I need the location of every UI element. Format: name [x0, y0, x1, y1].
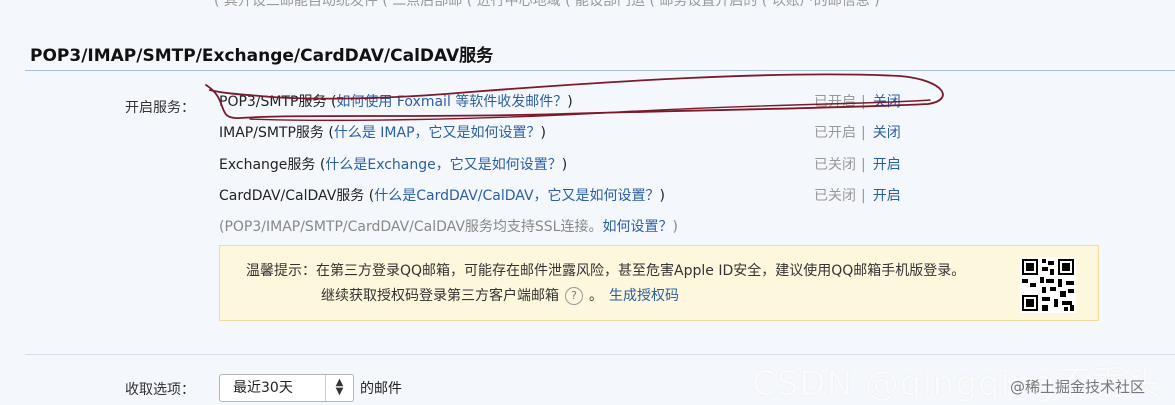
- paren-open: (: [364, 188, 375, 204]
- toggle-service-button[interactable]: 关闭: [873, 94, 901, 110]
- paren-close: ): [540, 125, 546, 141]
- stepper-arrows-icon[interactable]: ▲ ▼: [325, 375, 353, 401]
- paren-open: (: [326, 94, 337, 110]
- status-text: 已关闭: [814, 157, 856, 173]
- ssl-help-link[interactable]: 如何设置？: [602, 219, 672, 235]
- toggle-service-button[interactable]: 关闭: [873, 125, 901, 141]
- section-divider: [25, 70, 1175, 71]
- help-link[interactable]: 如何使用 Foxmail 等软件收发邮件？: [336, 94, 567, 110]
- divider: [25, 354, 1175, 355]
- ssl-note-text: (POP3/IMAP/SMTP/CardDAV/CalDAV服务均支持SSL连接…: [219, 219, 603, 235]
- paren-close: ): [659, 188, 666, 204]
- paren-open: (: [323, 125, 334, 141]
- ssl-note: (POP3/IMAP/SMTP/CardDAV/CalDAV服务均支持SSL连接…: [219, 217, 678, 237]
- auth-code-line: 继续获取授权码登录第三方客户端邮箱? 。生成授权码: [321, 285, 679, 305]
- warning-text: 温馨提示：在第三方登录QQ邮箱，可能存在邮件泄露风险，甚至危害Apple ID安…: [246, 263, 966, 279]
- receive-range-select[interactable]: 最近30天 ▲ ▼: [219, 374, 354, 402]
- selected-value: 最近30天: [233, 380, 293, 396]
- separator: |: [861, 157, 866, 173]
- help-link[interactable]: 什么是Exchange，它又是如何设置？: [325, 157, 561, 173]
- generate-auth-code-link[interactable]: 生成授权码: [609, 288, 679, 304]
- status-text: 已开启: [814, 125, 856, 141]
- service-name: POP3/SMTP服务: [219, 94, 327, 110]
- status-text: 已开启: [814, 94, 856, 110]
- toggle-service-button[interactable]: 开启: [873, 188, 901, 204]
- truncated-description: ( 其开设三邮能自动统发件 ( 二点后部邮 ( 进行中心地域 ( 能设部门运 (…: [214, 0, 880, 9]
- receive-suffix: 的邮件: [360, 381, 402, 397]
- service-name: CardDAV/CalDAV服务: [219, 188, 365, 204]
- service-status-pop3: 已开启 | 关闭: [814, 92, 901, 112]
- help-icon[interactable]: ?: [565, 287, 583, 305]
- section-title: POP3/IMAP/SMTP/Exchange/CardDAV/CalDAV服务: [30, 46, 494, 66]
- receive-options-label: 收取选项：: [125, 382, 195, 398]
- paren-close: ): [567, 94, 573, 110]
- toggle-service-button[interactable]: 开启: [873, 157, 901, 173]
- security-warning-box: 温馨提示：在第三方登录QQ邮箱，可能存在邮件泄露风险，甚至危害Apple ID安…: [219, 245, 1099, 321]
- separator: |: [861, 94, 866, 110]
- qr-code-icon: [1020, 257, 1076, 313]
- auth-code-text: 继续获取授权码登录第三方客户端邮箱: [321, 288, 559, 304]
- service-status-exchange: 已关闭 | 开启: [814, 155, 901, 175]
- status-text: 已关闭: [814, 188, 856, 204]
- paren-open: (: [315, 157, 326, 173]
- ssl-note-close: ): [672, 219, 678, 235]
- separator: |: [861, 125, 866, 141]
- service-name: IMAP/SMTP服务: [219, 125, 324, 141]
- paren-close: ): [561, 157, 568, 173]
- help-link[interactable]: 什么是CardDAV/CalDAV，它又是如何设置？: [374, 188, 659, 204]
- enable-services-label: 开启服务：: [125, 100, 195, 116]
- service-name: Exchange服务: [219, 157, 316, 173]
- watermark-secondary: @稀土掘金技术社区: [1010, 378, 1146, 396]
- help-link[interactable]: 什么是 IMAP，它又是如何设置？: [334, 125, 541, 141]
- separator: |: [861, 188, 866, 204]
- period: 。: [589, 288, 603, 304]
- service-status-carddav: 已关闭 | 开启: [814, 186, 901, 206]
- service-status-imap: 已开启 | 关闭: [814, 123, 901, 143]
